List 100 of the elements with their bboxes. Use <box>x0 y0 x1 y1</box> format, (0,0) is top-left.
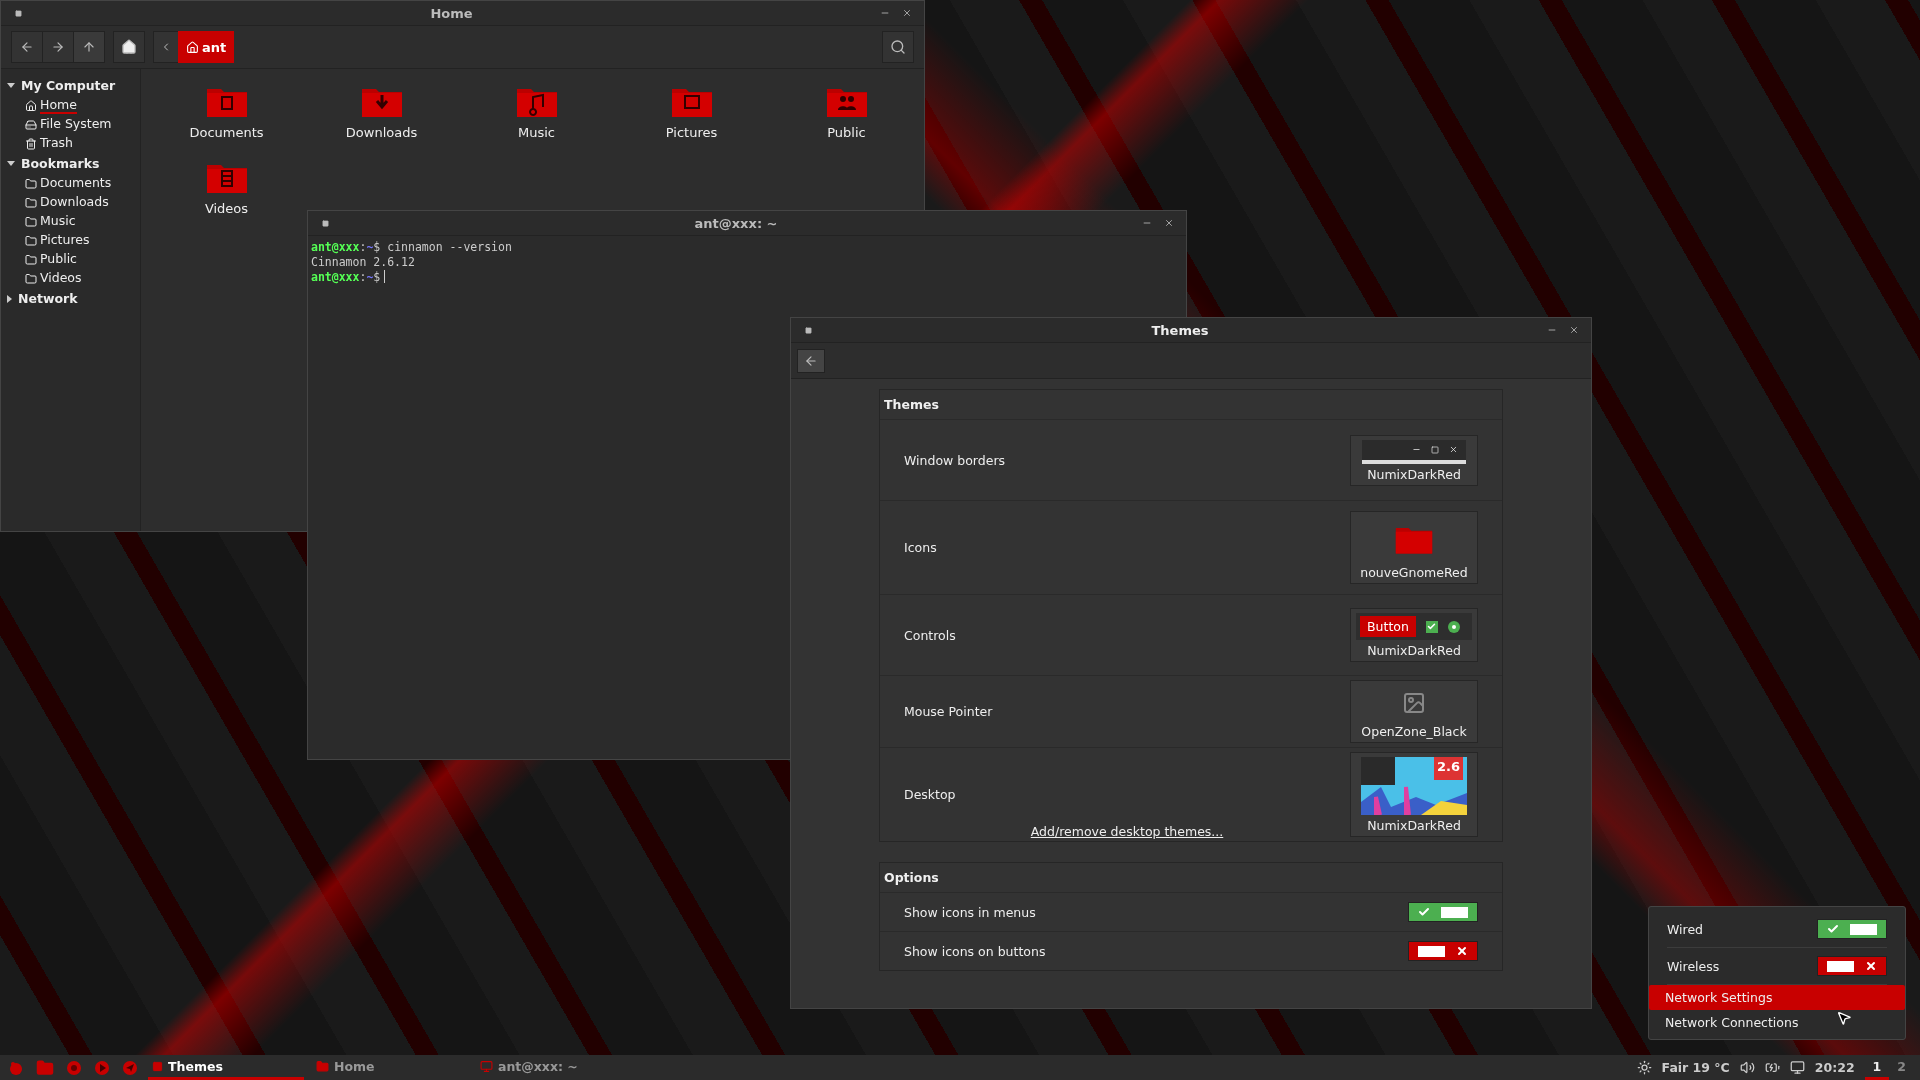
path-button[interactable]: ant <box>178 31 235 63</box>
sidebar-item-label: Videos <box>40 270 82 287</box>
theme-chooser-button[interactable]: 2.6 NumixDarkRed <box>1350 752 1478 837</box>
home-icon <box>121 39 137 55</box>
battery-icon[interactable] <box>1764 1060 1780 1075</box>
sidebar-item[interactable]: Downloads <box>1 193 140 212</box>
forward-arrow-icon <box>51 40 65 54</box>
sidebar-item-label: File System <box>40 116 112 133</box>
cross-icon <box>1455 945 1468 957</box>
search-icon <box>890 39 906 55</box>
taskbar-window-button[interactable]: Home <box>312 1055 468 1080</box>
clock-text[interactable]: 20:22 <box>1814 1060 1855 1075</box>
toggle-switch[interactable] <box>1408 902 1478 922</box>
sidebar-heading[interactable]: Bookmarks <box>1 153 140 174</box>
window-title: Home <box>429 5 474 21</box>
output-text: Cinnamon 2.6.12 <box>311 255 415 270</box>
command-text: cinnamon --version <box>386 240 512 255</box>
maximize-icon <box>1431 445 1439 454</box>
version-badge: 2.6 <box>1433 757 1463 780</box>
home-button[interactable] <box>113 31 145 63</box>
setting-label: Show icons in menus <box>904 904 1036 920</box>
section-heading: Themes <box>880 390 1502 420</box>
folder-icon <box>25 215 37 228</box>
close-icon <box>1449 445 1458 454</box>
browser-icon <box>66 1059 82 1076</box>
desktop-themes-link[interactable]: Add/remove desktop themes... <box>1030 824 1224 839</box>
prompt-text: ant@xxx:~$ <box>311 240 381 255</box>
file-label[interactable]: Pictures <box>665 125 718 140</box>
theme-chooser-button[interactable]: Button NumixDarkRed <box>1350 608 1478 662</box>
folder-icon <box>25 272 37 285</box>
volume-icon[interactable] <box>1739 1060 1755 1075</box>
check-icon <box>1827 923 1840 935</box>
theme-chooser-button[interactable]: nouveGnomeRed <box>1350 511 1478 584</box>
back-button[interactable] <box>797 348 825 373</box>
home-icon <box>25 99 37 112</box>
setting-label: Controls <box>904 627 957 643</box>
sidebar-item[interactable]: Home <box>1 96 140 115</box>
close-icon <box>1569 325 1579 335</box>
file-label[interactable]: Documents <box>189 125 264 140</box>
prompt-text: ant@xxx:~$ <box>311 270 381 285</box>
taskbar-window-button[interactable]: ant@xxx: ~ <box>476 1055 632 1080</box>
sidebar-heading[interactable]: Network <box>1 288 140 309</box>
sample-button: Button <box>1360 616 1416 637</box>
folder-icon <box>25 196 37 209</box>
menu-item[interactable]: Network Connections <box>1649 1010 1905 1035</box>
close-icon <box>902 8 912 18</box>
file-label[interactable]: Music <box>518 125 555 140</box>
window-title: Themes <box>1150 322 1210 338</box>
breadcrumb-back-button[interactable] <box>153 31 179 63</box>
setting-label: Icons <box>904 540 938 555</box>
sidebar-item[interactable]: Public <box>1 250 140 269</box>
network-label: Wireless <box>1667 958 1720 974</box>
switch-knob <box>1418 945 1446 957</box>
sidebar-item-label: Documents <box>40 175 112 192</box>
up-button[interactable] <box>73 31 105 63</box>
sidebar-item[interactable]: Music <box>1 212 140 231</box>
back-button[interactable] <box>11 31 43 63</box>
switch-knob <box>1849 923 1877 935</box>
trash-icon <box>25 137 37 150</box>
sidebar-item[interactable]: Videos <box>1 269 140 288</box>
back-arrow-icon <box>804 353 818 368</box>
folder-icon <box>36 1058 54 1077</box>
switch-knob <box>1440 906 1468 918</box>
setting-label: Desktop <box>904 787 957 802</box>
weather-text[interactable]: Fair 19 °C <box>1661 1060 1730 1075</box>
toggle-switch[interactable] <box>1817 956 1887 976</box>
sidebar-item[interactable]: Documents <box>1 174 140 193</box>
network-label: Wired <box>1667 921 1704 937</box>
section-heading: Options <box>880 863 1502 893</box>
send-launcher[interactable] <box>120 1059 140 1076</box>
image-icon <box>1402 691 1426 715</box>
weather-sun-icon <box>1636 1060 1652 1075</box>
toggle-switch[interactable] <box>1408 941 1478 961</box>
sidebar-item[interactable]: File System <box>1 115 140 134</box>
play-icon <box>94 1059 110 1076</box>
forward-button[interactable] <box>42 31 74 63</box>
toggle-switch[interactable] <box>1817 919 1887 939</box>
menu-logo-icon <box>8 1059 24 1076</box>
file-label[interactable]: Videos <box>204 201 249 216</box>
workspace-button[interactable]: 2 <box>1889 1055 1914 1080</box>
radio-dot <box>1451 624 1456 629</box>
menu-item[interactable]: Network Settings <box>1649 985 1905 1010</box>
theme-chooser-button[interactable]: NumixDarkRed <box>1350 434 1478 486</box>
workspace-button[interactable]: 1 <box>1864 1055 1890 1080</box>
drive-icon <box>25 118 37 131</box>
file-label[interactable]: Downloads <box>345 125 418 140</box>
sidebar-item[interactable]: Pictures <box>1 231 140 250</box>
search-button[interactable] <box>882 31 914 63</box>
player-launcher[interactable] <box>92 1059 112 1076</box>
setting-label: Window borders <box>904 452 1007 468</box>
sidebar-item-label: Downloads <box>40 194 109 211</box>
switch-knob <box>1827 960 1855 972</box>
file-label[interactable]: Public <box>827 125 866 140</box>
sidebar-heading[interactable]: My Computer <box>1 75 140 96</box>
paper-plane-icon <box>122 1059 138 1076</box>
sidebar-item-label: Trash <box>40 135 74 152</box>
taskbar-window-button[interactable]: Themes <box>148 1055 304 1080</box>
theme-chooser-button[interactable]: OpenZone_Black <box>1350 680 1478 743</box>
cross-icon <box>1864 960 1877 972</box>
sidebar-item[interactable]: Trash <box>1 134 140 153</box>
